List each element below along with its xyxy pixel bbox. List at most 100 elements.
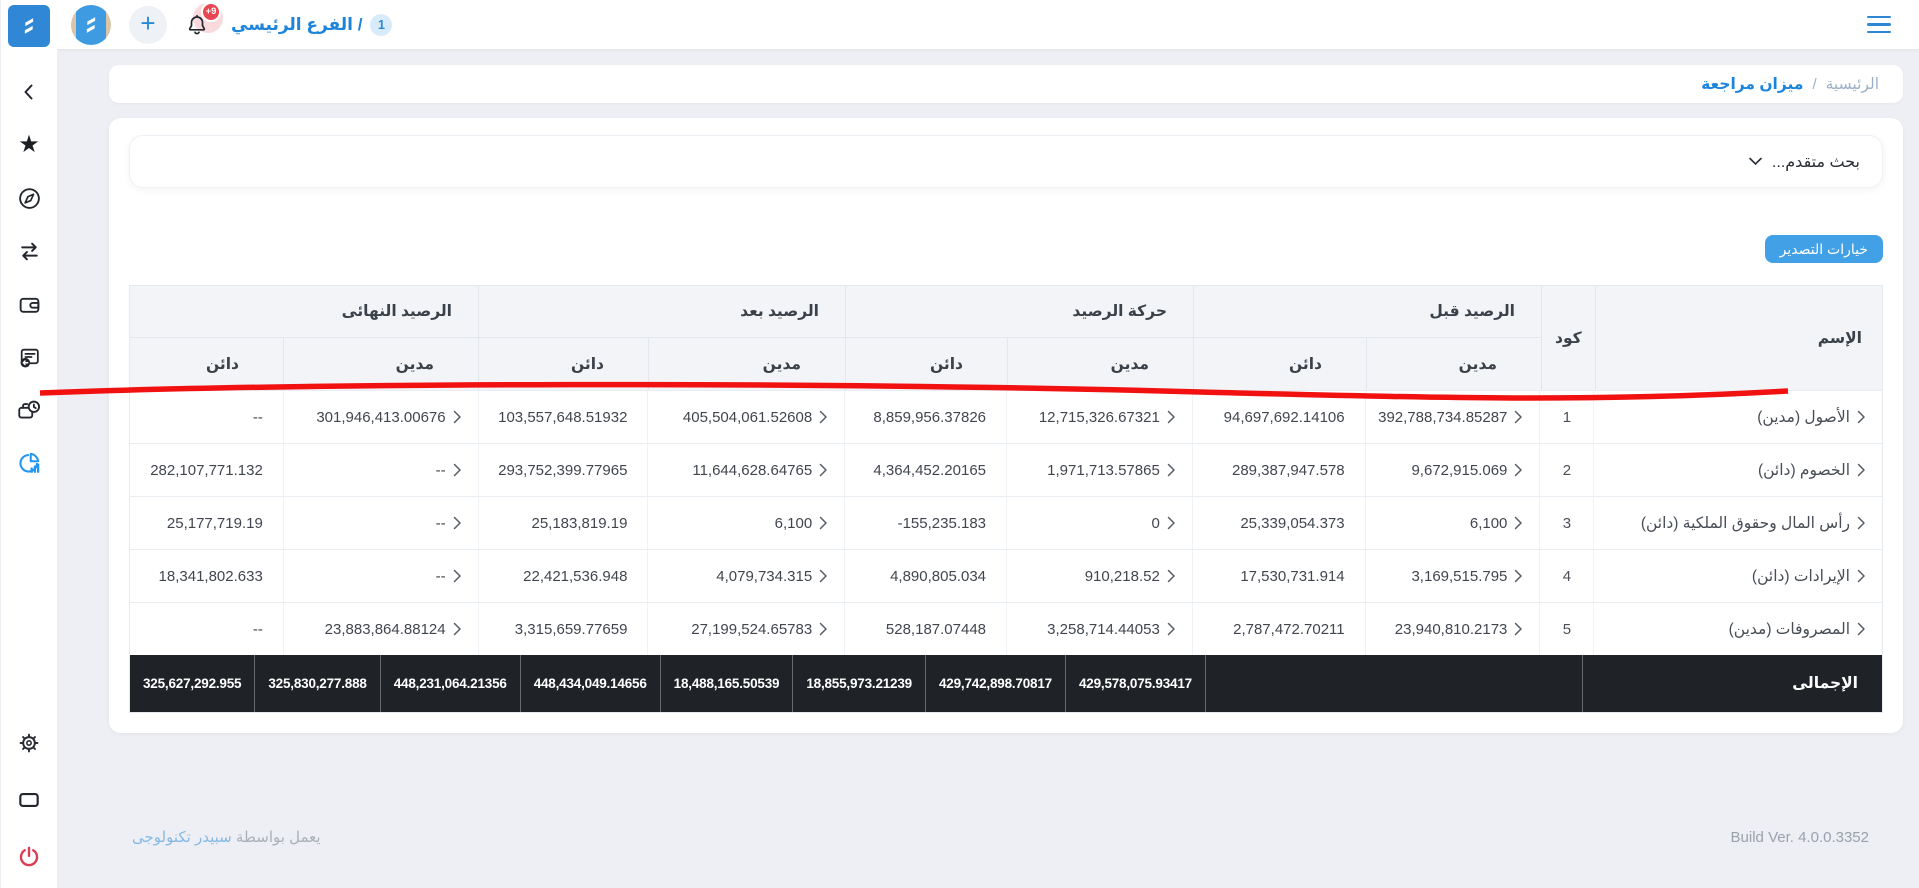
group-balance-before: الرصيد قبل مدين دائن [1193,286,1541,390]
chevron-right-icon[interactable] [1514,569,1523,583]
power-icon[interactable] [16,844,42,870]
cell-final-debit[interactable]: -- [283,444,478,496]
cell-before-debit[interactable]: 9,672,915.069 [1365,444,1540,496]
chevron-right-icon[interactable] [819,569,828,583]
cell-value: 3,169,515.795 [1411,568,1507,585]
chevron-right-icon[interactable] [1857,516,1866,530]
cell-movement-credit: 8,859,956.37826 [844,391,1006,443]
cell-final-credit: -- [130,603,283,655]
export-options-button[interactable]: خيارات التصدير [1765,235,1883,263]
totals-label: الإجمالى [1582,655,1882,712]
page-footer: يعمل بواسطة سبيدر تكنولوجى Build Ver. 4.… [57,828,1919,846]
app-root: + +9 الفرع الرئيسي / 1 الرئيسية / ميزان … [0,0,1919,888]
table-body: الأصول (مدين)1392,788,734.8528794,697,69… [130,390,1882,655]
notification-badge: +9 [201,2,221,22]
chevron-right-icon[interactable] [453,569,462,583]
cell-movement-debit[interactable]: 0 [1006,497,1192,549]
cell-after-debit[interactable]: 405,504,061.52608 [647,391,844,443]
compass-icon[interactable] [16,185,42,211]
cell-name[interactable]: الإيرادات (دائن) [1593,550,1882,602]
briefcase-clock-icon[interactable] [16,397,42,423]
swap-arrows-icon[interactable] [16,238,42,264]
cell-final-debit[interactable]: 301,946,413.00676 [283,391,478,443]
sidebar-logo[interactable] [8,5,50,47]
subheader-final-debit: مدين [283,338,478,390]
total-movement-credit: 18,488,165.50539 [661,655,794,712]
wallet-icon[interactable] [16,291,42,317]
settings-gear-icon[interactable] [16,730,42,756]
cell-movement-debit[interactable]: 1,971,713.57865 [1006,444,1192,496]
chevron-right-icon[interactable] [1857,569,1866,583]
chevron-right-icon[interactable] [1514,516,1523,530]
cell-before-debit[interactable]: 3,169,515.795 [1365,550,1540,602]
cell-before-debit[interactable]: 392,788,734.85287 [1365,391,1540,443]
chevron-right-icon[interactable] [1857,463,1866,477]
chevron-right-icon[interactable] [1167,569,1176,583]
cell-after-debit[interactable]: 11,644,628.64765 [647,444,844,496]
cell-value: 23,883,864.88124 [325,621,446,638]
cell-value: 6,100 [1470,515,1508,532]
chevron-right-icon[interactable] [453,410,462,424]
cell-after-debit[interactable]: 6,100 [647,497,844,549]
chevron-right-icon[interactable] [819,463,828,477]
cell-name[interactable]: الأصول (مدين) [1593,391,1882,443]
cell-name[interactable]: رأس المال وحقوق الملكية (دائن) [1593,497,1882,549]
total-movement-debit: 18,855,973.21239 [793,655,926,712]
chevron-right-icon[interactable] [1514,622,1523,636]
invoice-return-icon[interactable] [16,344,42,370]
chevron-right-icon[interactable] [1167,622,1176,636]
cell-after-debit[interactable]: 27,199,524.65783 [647,603,844,655]
pie-chart-reports-icon[interactable] [16,450,42,476]
cell-before-debit[interactable]: 23,940,810.2173 [1365,603,1540,655]
cell-name[interactable]: المصروفات (مدين) [1593,603,1882,655]
hamburger-menu-button[interactable] [1867,16,1891,34]
plus-button[interactable]: + [129,6,167,44]
branch-title[interactable]: الفرع الرئيسي / 1 [231,14,392,36]
cell-value: 1,971,713.57865 [1047,462,1160,479]
cell-after-debit[interactable]: 4,079,734.315 [647,550,844,602]
window-icon[interactable] [16,787,42,813]
cell-name[interactable]: الخصوم (دائن) [1593,444,1882,496]
chevron-right-icon[interactable] [453,463,462,477]
branch-title-label: الفرع الرئيسي / [231,15,362,35]
cell-after-credit: 103,557,648.51932 [478,391,648,443]
cell-value: 3,258,714.44053 [1047,621,1160,638]
cell-movement-debit[interactable]: 3,258,714.44053 [1006,603,1192,655]
chevron-right-icon[interactable] [1167,410,1176,424]
cell-final-debit[interactable]: 23,883,864.88124 [283,603,478,655]
cell-value: 1 [1563,409,1571,426]
chevron-right-icon[interactable] [1857,622,1866,636]
chevron-right-icon[interactable] [1167,463,1176,477]
chevron-right-icon[interactable] [1167,516,1176,530]
cell-code: 4 [1539,550,1593,602]
cell-movement-credit: 528,187.07448 [844,603,1006,655]
cell-value: 282,107,771.132 [150,462,263,479]
collapse-chevron-icon[interactable] [16,79,42,105]
powered-by-brand-link[interactable]: سبيدر تكنولوجى [132,829,232,846]
cell-value: 3 [1563,515,1571,532]
cell-final-debit[interactable]: -- [283,550,478,602]
chevron-right-icon[interactable] [453,622,462,636]
cell-value: 155,235.183- [898,515,986,532]
notification-bell-button[interactable]: +9 [181,5,221,45]
cell-value: 11,644,628.64765 [692,462,812,479]
cell-before-debit[interactable]: 6,100 [1365,497,1540,549]
chevron-right-icon[interactable] [453,516,462,530]
cell-final-debit[interactable]: -- [283,497,478,549]
breadcrumb: الرئيسية / ميزان مراجعة [109,65,1903,103]
group-balance-after: الرصيد بعد مدين دائن [478,286,845,390]
advanced-search-accordion[interactable]: بحث متقدم... [129,135,1883,188]
cell-movement-debit[interactable]: 910,218.52 [1006,550,1192,602]
breadcrumb-home-link[interactable]: الرئيسية [1826,75,1879,94]
star-favorites-icon[interactable]: ★ [16,132,42,158]
cell-value: 528,187.07448 [886,621,986,638]
chevron-right-icon[interactable] [819,622,828,636]
chevron-right-icon[interactable] [1514,463,1523,477]
cell-movement-debit[interactable]: 12,715,326.67321 [1006,391,1192,443]
chevron-right-icon[interactable] [819,516,828,530]
subheader-movement-credit: دائن [845,338,1007,390]
cell-value: 3,315,659.77659 [515,621,628,638]
chevron-right-icon[interactable] [1514,410,1523,424]
chevron-right-icon[interactable] [819,410,828,424]
chevron-right-icon[interactable] [1857,410,1866,424]
